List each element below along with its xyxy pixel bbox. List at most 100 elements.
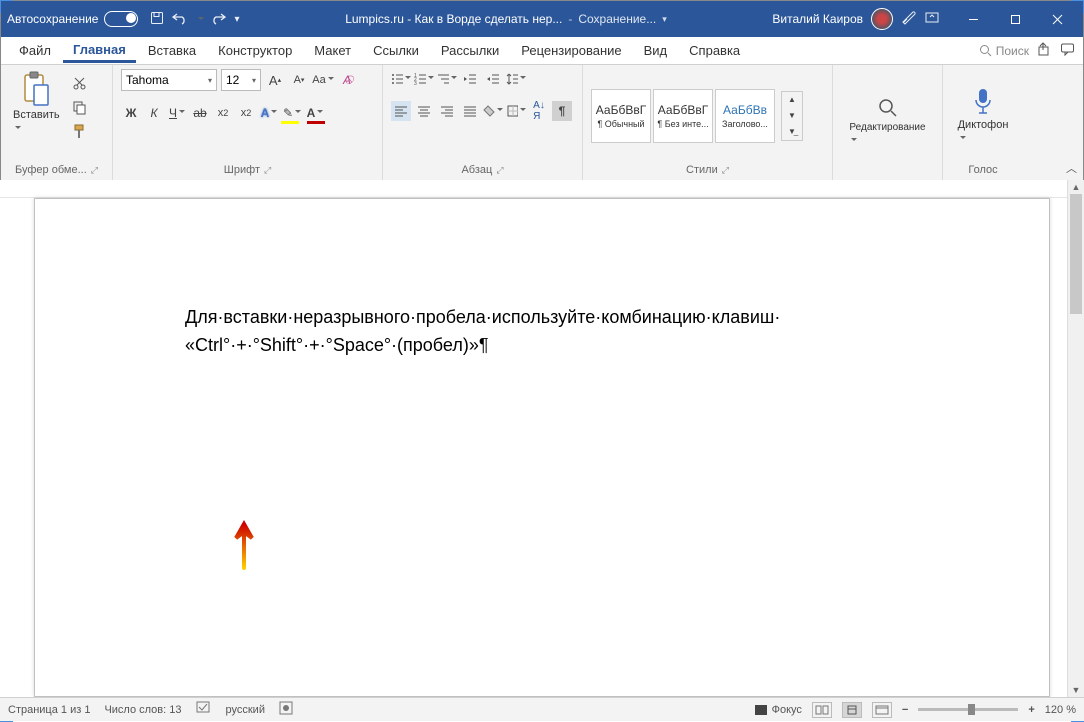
ribbon-display-icon[interactable]	[925, 11, 939, 28]
tab-insert[interactable]: Вставка	[138, 39, 206, 62]
view-read-icon[interactable]	[812, 702, 832, 718]
status-lang[interactable]: русский	[226, 704, 265, 716]
font-name-select[interactable]: Tahoma▾	[121, 69, 217, 91]
tab-mailings[interactable]: Рассылки	[431, 39, 509, 62]
paste-button[interactable]: Вставить	[9, 69, 64, 137]
align-justify-icon[interactable]	[460, 101, 480, 121]
autosave-toggle[interactable]	[104, 11, 138, 27]
text-effects-icon[interactable]: A	[259, 103, 279, 123]
shrink-font-icon[interactable]: A▾	[289, 70, 309, 90]
find-button[interactable]: Редактирование	[845, 94, 929, 149]
focus-mode[interactable]: Фокус	[754, 704, 802, 716]
shading-icon[interactable]	[483, 101, 503, 121]
italic-button[interactable]: К	[144, 103, 164, 123]
spellcheck-icon[interactable]	[196, 701, 212, 718]
font-launcher-icon[interactable]: ⤢	[264, 165, 271, 176]
drawing-icon[interactable]	[901, 10, 917, 29]
clipboard-group-label: Буфер обме...	[15, 164, 87, 176]
view-web-icon[interactable]	[872, 702, 892, 718]
paragraph-launcher-icon[interactable]: ⤢	[496, 165, 503, 176]
strike-button[interactable]: ab	[190, 103, 210, 123]
view-print-icon[interactable]	[842, 702, 862, 718]
change-case-icon[interactable]: Aa	[313, 70, 333, 90]
macro-icon[interactable]	[279, 701, 293, 718]
scroll-up-icon[interactable]: ▲	[1068, 180, 1084, 194]
superscript-button[interactable]: x2	[236, 103, 256, 123]
svg-text:3: 3	[414, 81, 417, 86]
search-box[interactable]: Поиск	[979, 44, 1029, 58]
zoom-in-icon[interactable]: +	[1028, 704, 1034, 716]
ribbon: Вставить Буфер обме... ⤢ Tahoma▾ 12▾ A▴ A…	[1, 65, 1083, 181]
tab-file[interactable]: Файл	[9, 39, 61, 62]
styles-launcher-icon[interactable]: ⤢	[722, 165, 729, 176]
cut-icon[interactable]	[70, 73, 90, 93]
page[interactable]: Для·вставки·неразрывного·пробела·использ…	[34, 198, 1050, 697]
zoom-percent[interactable]: 120 %	[1045, 704, 1076, 716]
scrollbar-vertical[interactable]: ▲ ▼	[1067, 180, 1084, 697]
qat-customize-icon[interactable]: ▾	[234, 14, 239, 25]
line-spacing-icon[interactable]	[506, 69, 526, 89]
zoom-slider[interactable]	[918, 708, 1018, 711]
statusbar: Страница 1 из 1 Число слов: 13 русский Ф…	[0, 697, 1084, 721]
avatar[interactable]	[871, 8, 893, 30]
style-nospacing[interactable]: АаБбВвГ¶ Без инте...	[653, 89, 713, 143]
comments-icon[interactable]	[1060, 42, 1075, 60]
styles-down-icon[interactable]: ▼	[782, 108, 802, 124]
grow-font-icon[interactable]: A▴	[265, 70, 285, 90]
zoom-out-icon[interactable]: −	[902, 704, 908, 716]
tab-review[interactable]: Рецензирование	[511, 39, 631, 62]
paragraph-group-label: Абзац	[461, 164, 492, 176]
styles-group-label: Стили	[686, 164, 718, 176]
tab-home[interactable]: Главная	[63, 38, 136, 63]
highlight-icon[interactable]: ✎	[282, 103, 302, 123]
tab-layout[interactable]: Макет	[304, 39, 361, 62]
annotation-arrow-icon	[232, 520, 256, 570]
editing-label: Редактирование	[849, 122, 925, 133]
styles-up-icon[interactable]: ▲	[782, 92, 802, 108]
tab-view[interactable]: Вид	[634, 39, 678, 62]
sort-icon[interactable]: А↓Я	[529, 101, 549, 121]
status-words[interactable]: Число слов: 13	[104, 704, 181, 716]
indent-decrease-icon[interactable]	[460, 69, 480, 89]
autosave-label: Автосохранение	[7, 12, 98, 26]
tab-help[interactable]: Справка	[679, 39, 750, 62]
share-icon[interactable]	[1037, 42, 1052, 60]
font-size-select[interactable]: 12▾	[221, 69, 261, 91]
subscript-button[interactable]: x2	[213, 103, 233, 123]
borders-icon[interactable]	[506, 101, 526, 121]
undo-icon[interactable]	[172, 11, 188, 28]
tab-references[interactable]: Ссылки	[363, 39, 429, 62]
dictate-button[interactable]: Диктофон	[954, 85, 1013, 147]
scroll-thumb[interactable]	[1070, 194, 1082, 314]
scroll-down-icon[interactable]: ▼	[1068, 683, 1084, 697]
bullets-icon[interactable]	[391, 69, 411, 89]
tab-design[interactable]: Конструктор	[208, 39, 302, 62]
status-page[interactable]: Страница 1 из 1	[8, 704, 90, 716]
ruler[interactable]	[0, 180, 1084, 198]
copy-icon[interactable]	[70, 97, 90, 117]
clipboard-launcher-icon[interactable]: ⤢	[91, 165, 98, 176]
style-heading1[interactable]: АаБбВвЗаголово...	[715, 89, 775, 143]
bold-button[interactable]: Ж	[121, 103, 141, 123]
numbering-icon[interactable]: 123	[414, 69, 434, 89]
show-marks-icon[interactable]: ¶	[552, 101, 572, 121]
undo-dropdown[interactable]	[196, 11, 204, 27]
align-center-icon[interactable]	[414, 101, 434, 121]
redo-icon[interactable]	[212, 11, 226, 28]
collapse-ribbon-icon[interactable]: ︿	[1066, 160, 1077, 176]
maximize-button[interactable]	[995, 7, 1035, 31]
indent-increase-icon[interactable]	[483, 69, 503, 89]
underline-button[interactable]: Ч	[167, 103, 187, 123]
minimize-button[interactable]	[953, 7, 993, 31]
styles-more-icon[interactable]: ▼̲	[782, 124, 802, 140]
font-color-icon[interactable]: A	[305, 103, 325, 123]
dictate-label: Диктофон	[958, 119, 1009, 131]
ribbon-tabs: Файл Главная Вставка Конструктор Макет С…	[1, 37, 1083, 65]
save-icon[interactable]	[150, 11, 164, 28]
clear-format-icon[interactable]: A⃠	[337, 70, 357, 90]
format-painter-icon[interactable]	[70, 121, 90, 141]
align-right-icon[interactable]	[437, 101, 457, 121]
style-normal[interactable]: АаБбВвГ¶ Обычный	[591, 89, 651, 143]
multilevel-icon[interactable]	[437, 69, 457, 89]
align-left-icon[interactable]	[391, 101, 411, 121]
